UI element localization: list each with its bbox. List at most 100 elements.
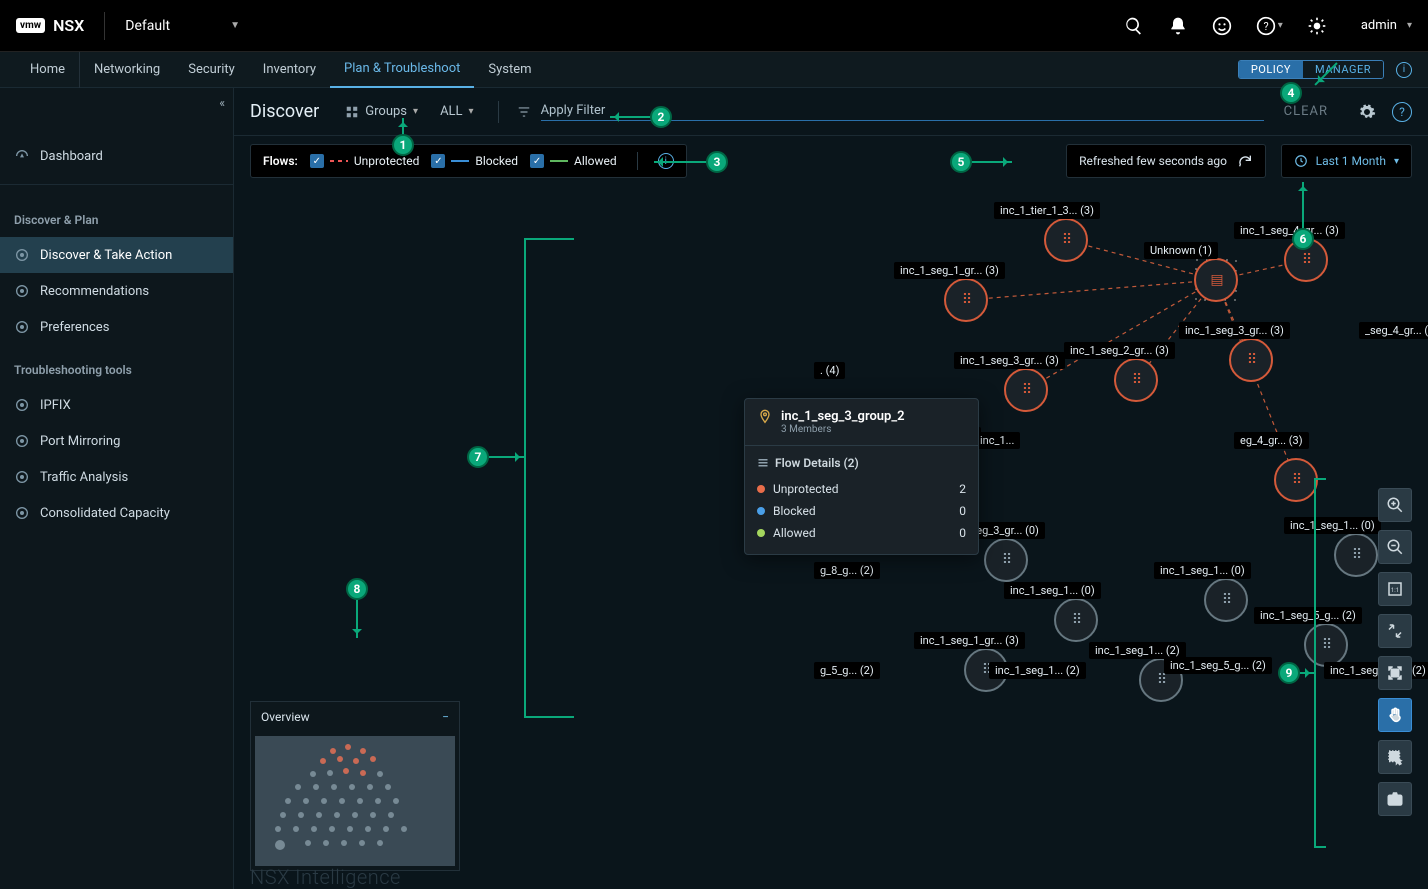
overview-label: Overview (261, 710, 310, 724)
sidebar-item-recommendations[interactable]: Recommendations (0, 273, 233, 309)
nav-tab-security[interactable]: Security (174, 52, 249, 88)
callout-bracket (524, 238, 574, 718)
policy-mode[interactable]: POLICY (1239, 61, 1303, 78)
time-period-selector[interactable]: Last 1 Month ▾ (1281, 144, 1412, 178)
topology-graph[interactable]: ⠿inc_1_tier_1_3... (3)▤Unknown (1)⠿inc_1… (584, 218, 1424, 838)
environment-label: Default (125, 18, 170, 34)
node-label: g_5_g... (2) (814, 662, 880, 679)
graph-node[interactable]: ⠿ (1274, 458, 1318, 502)
select-button[interactable] (1378, 740, 1412, 774)
collapse-sidebar-icon[interactable]: « (219, 96, 225, 110)
callout-4: 4 (1280, 82, 1302, 104)
nav-tab-inventory[interactable]: Inventory (249, 52, 330, 88)
zoom-reset-button[interactable]: 1:1 (1378, 572, 1412, 606)
flow-toggle-blocked[interactable]: ✓Blocked (431, 154, 518, 168)
callout-7: 7 (467, 446, 489, 468)
refresh-icon[interactable] (1237, 153, 1253, 169)
search-icon[interactable] (1124, 16, 1144, 36)
graph-node[interactable]: ⠿ (1334, 533, 1378, 577)
sidebar-header-troubleshoot: Troubleshooting tools (0, 345, 233, 387)
node-label: inc_1_seg_5_g... (2) (1164, 657, 1272, 674)
zoom-in-button[interactable] (1378, 488, 1412, 522)
sidebar-item-ipfix[interactable]: IPFIX (0, 387, 233, 423)
mode-toggle: POLICY MANAGER (1238, 60, 1384, 79)
face-icon[interactable] (1212, 16, 1232, 36)
checkbox-icon: ✓ (431, 154, 445, 168)
info-icon[interactable]: i (1396, 62, 1412, 78)
callout-6: 6 (1292, 228, 1314, 250)
minimize-icon[interactable]: − (442, 710, 449, 724)
group-icon: ⠿ (1132, 372, 1140, 388)
overview-minimap[interactable]: Overview − (250, 701, 460, 871)
sidebar-item-consolidated-capacity[interactable]: Consolidated Capacity (0, 495, 233, 531)
group-icon: ⠿ (1302, 252, 1310, 268)
flow-toggle-allowed[interactable]: ✓Allowed (530, 154, 617, 168)
graph-node[interactable]: ⠿ (944, 278, 988, 322)
callout-1: 1 (392, 134, 414, 156)
main-content: Discover Groups ▾ ALL ▾ Apply Filter CLE… (234, 88, 1428, 889)
callout-3: 3 (706, 151, 728, 173)
node-label: . (4) (814, 362, 845, 379)
filter-icon (517, 105, 531, 119)
graph-node[interactable]: ⠿ (1304, 623, 1348, 667)
graph-node[interactable]: ⠿ (1004, 368, 1048, 412)
help-icon[interactable]: ? (1392, 102, 1412, 122)
all-selector[interactable]: ALL ▾ (434, 104, 480, 119)
sidebar-item-discover-take-action[interactable]: Discover & Take Action (0, 237, 233, 273)
sidebar-item-preferences[interactable]: Preferences (0, 309, 233, 345)
graph-node[interactable]: ▤ (1194, 258, 1238, 302)
nav-tab-system[interactable]: System (474, 52, 545, 88)
nav-tab-home[interactable]: Home (16, 52, 80, 88)
minimap-canvas[interactable] (255, 736, 455, 866)
help-dropdown[interactable]: ?▾ (1256, 16, 1283, 36)
sun-icon[interactable] (1307, 16, 1327, 36)
snapshot-button[interactable] (1378, 782, 1412, 816)
collapse-button[interactable] (1378, 614, 1412, 648)
environment-selector[interactable]: Default ▼ (125, 18, 240, 34)
chevron-down-icon: ▾ (1407, 20, 1412, 31)
clear-button[interactable]: CLEAR (1274, 100, 1338, 123)
sidebar-label: Consolidated Capacity (40, 506, 170, 521)
tooltip-subtitle: 3 Members (781, 424, 905, 435)
groups-selector[interactable]: Groups ▾ (339, 104, 424, 119)
chevron-down-icon: ▾ (1394, 156, 1399, 167)
flow-toggle-unprotected[interactable]: ✓Unprotected (310, 154, 420, 168)
manager-mode[interactable]: MANAGER (1303, 61, 1383, 78)
graph-node[interactable]: ⠿ (1044, 218, 1088, 262)
graph-node[interactable]: ⠿ (1204, 578, 1248, 622)
pan-button[interactable] (1378, 698, 1412, 732)
sidebar-label: Traffic Analysis (40, 470, 128, 485)
graph-node[interactable]: ⠿ (1114, 358, 1158, 402)
sidebar-label: Preferences (40, 320, 109, 335)
graph-node[interactable]: ⠿ (984, 538, 1028, 582)
zoom-out-button[interactable] (1378, 530, 1412, 564)
tooltip-title: inc_1_seg_3_group_2 (781, 409, 905, 424)
user-menu[interactable]: admin ▾ (1351, 18, 1412, 33)
group-icon: ⠿ (1222, 592, 1230, 608)
sidebar-item-port-mirroring[interactable]: Port Mirroring (0, 423, 233, 459)
nav-tab-networking[interactable]: Networking (80, 52, 174, 88)
callout-arrow (610, 116, 650, 118)
graph-node[interactable]: ⠿ (1054, 598, 1098, 642)
gear-icon[interactable] (1358, 103, 1376, 121)
sidebar-item-traffic-analysis[interactable]: Traffic Analysis (0, 459, 233, 495)
node-label: inc_1_seg_1... (0) (1154, 562, 1251, 579)
node-label: inc_1_seg_5_g... (2) (1254, 607, 1362, 624)
node-label: eg_4_gr... (3) (1234, 432, 1309, 449)
product-logo: vmw NSX (16, 16, 84, 35)
tooltip-section: Flow Details (2) (757, 456, 966, 470)
doc-icon: ▤ (1210, 272, 1221, 288)
fit-button[interactable] (1378, 656, 1412, 690)
nav-tab-plan-troubleshoot[interactable]: Plan & Troubleshoot (330, 52, 474, 88)
time-period-label: Last 1 Month (1316, 154, 1386, 168)
tooltip-row: Allowed0 (757, 522, 966, 544)
tooltip-row: Blocked0 (757, 500, 966, 522)
menu-item-icon (14, 319, 30, 335)
node-label: inc_1_seg_3_gr... (3) (1179, 322, 1290, 339)
menu-item-icon (14, 247, 30, 263)
gauge-icon (14, 148, 30, 164)
sidebar-item-dashboard[interactable]: Dashboard (0, 138, 233, 174)
clock-icon (1294, 154, 1308, 168)
graph-node[interactable]: ⠿ (1229, 338, 1273, 382)
bell-icon[interactable] (1168, 16, 1188, 36)
